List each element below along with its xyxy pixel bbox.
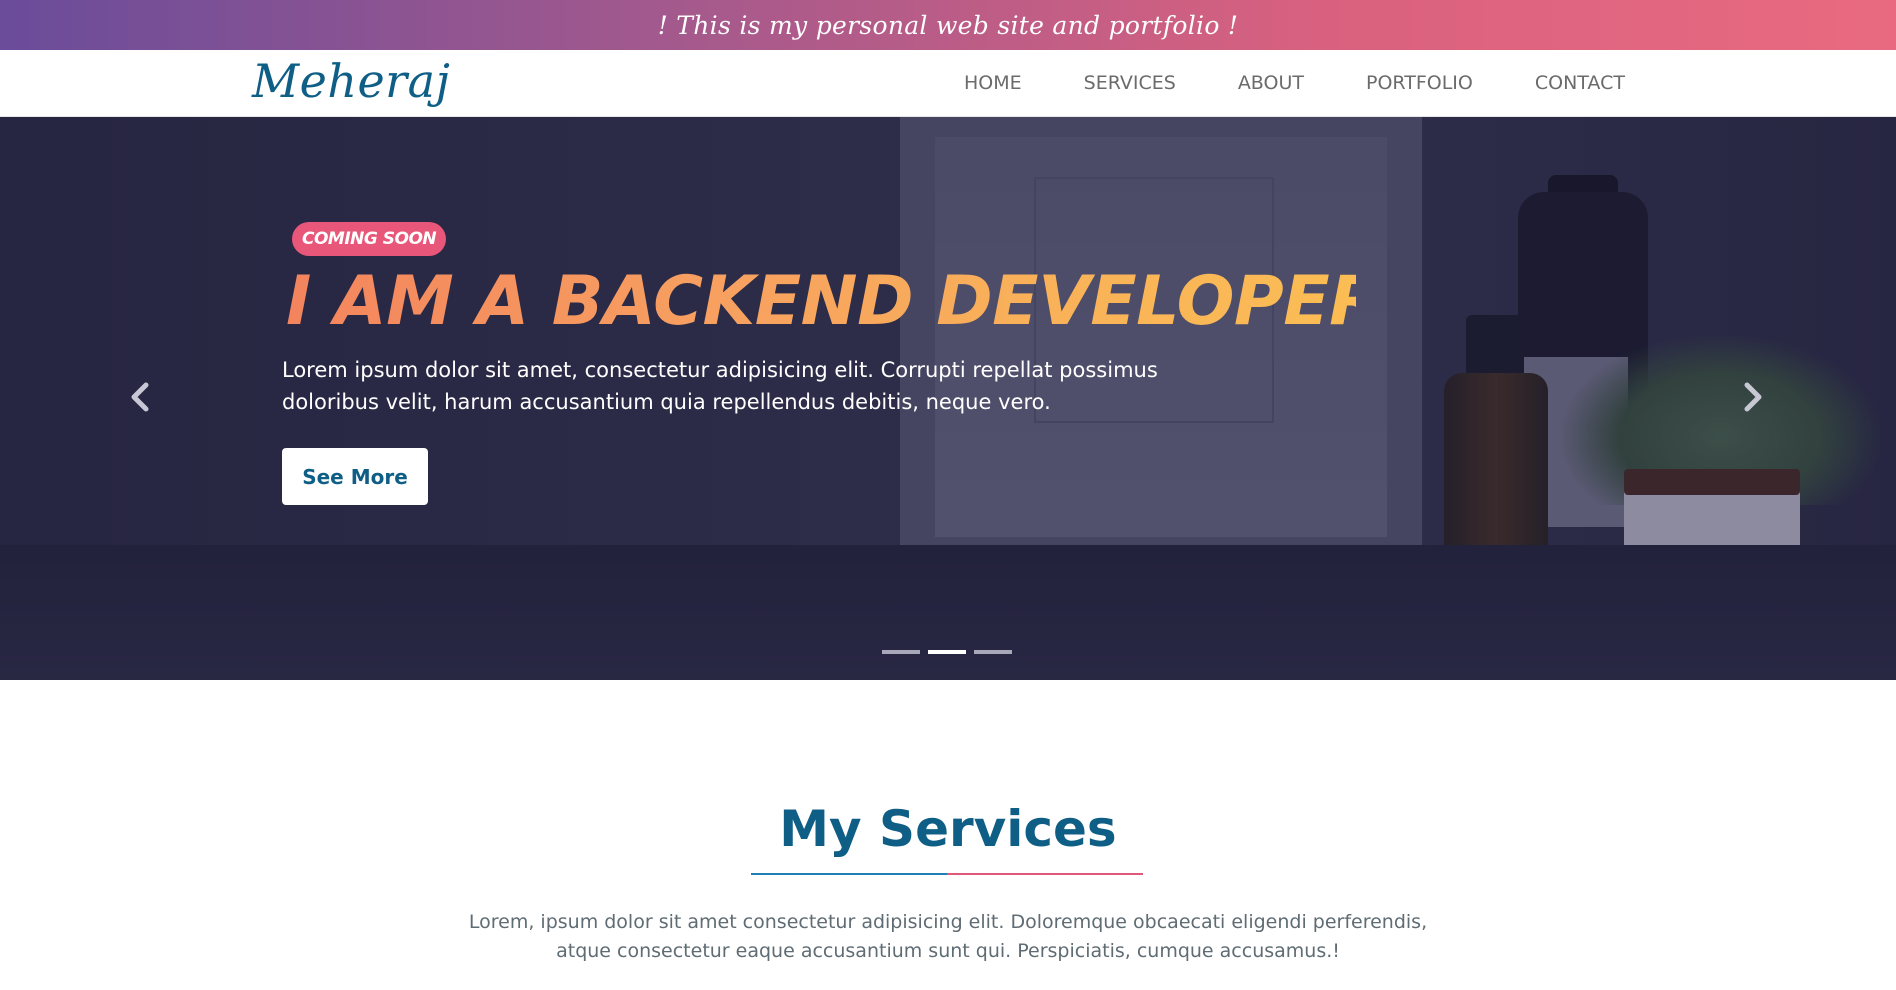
- see-more-button[interactable]: See More: [282, 448, 428, 505]
- carousel-indicator-1[interactable]: [882, 650, 920, 654]
- site-header: Meheraj HOME SERVICES ABOUT PORTFOLIO CO…: [0, 50, 1896, 117]
- site-logo[interactable]: Meheraj: [252, 54, 450, 108]
- main-nav: HOME SERVICES ABOUT PORTFOLIO CONTACT: [964, 72, 1625, 94]
- hero-title: I AM A BACKEND DEVELOPER: [286, 257, 1382, 347]
- nav-services[interactable]: SERVICES: [1084, 72, 1176, 94]
- top-banner: ! This is my personal web site and portf…: [0, 0, 1896, 50]
- carousel-prev-button[interactable]: [122, 373, 158, 421]
- nav-about[interactable]: ABOUT: [1238, 72, 1304, 94]
- nav-portfolio[interactable]: PORTFOLIO: [1366, 72, 1473, 94]
- hero-carousel: COMING SOON I AM A BACKEND DEVELOPER Lor…: [0, 117, 1896, 680]
- services-title: My Services: [779, 800, 1117, 858]
- nav-contact[interactable]: CONTACT: [1535, 72, 1625, 94]
- hero-description: Lorem ipsum dolor sit amet, consectetur …: [282, 358, 1158, 414]
- carousel-indicator-2[interactable]: [928, 650, 966, 654]
- carousel-indicator-3[interactable]: [974, 650, 1012, 654]
- carousel-indicators: [882, 650, 1020, 654]
- chevron-left-icon: [131, 382, 149, 412]
- chevron-right-icon: [1744, 382, 1762, 412]
- carousel-next-button[interactable]: [1735, 373, 1771, 421]
- services-description: Lorem, ipsum dolor sit amet consectetur …: [0, 908, 1896, 966]
- banner-text: ! This is my personal web site and portf…: [657, 10, 1239, 40]
- services-underline: [751, 873, 1143, 875]
- coming-soon-badge: COMING SOON: [292, 222, 447, 256]
- nav-home[interactable]: HOME: [964, 72, 1022, 94]
- services-description-line-2: atque consectetur eaque accusantium sunt…: [556, 940, 1340, 962]
- services-description-line-1: Lorem, ipsum dolor sit amet consectetur …: [468, 911, 1428, 933]
